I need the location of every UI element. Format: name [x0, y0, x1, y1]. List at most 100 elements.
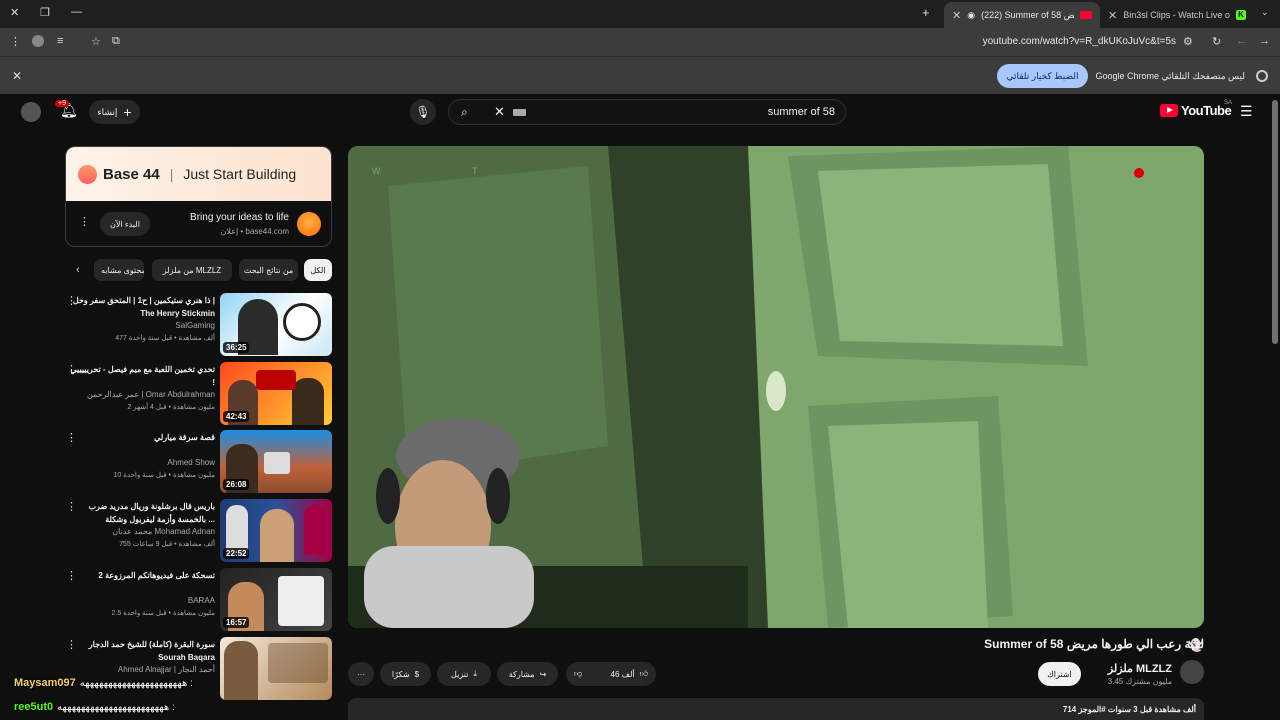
back-icon[interactable]: → [1259, 35, 1270, 47]
base44-logo-icon [78, 164, 97, 184]
close-tab-icon[interactable]: ✕ [1108, 9, 1117, 22]
chip-related[interactable]: محتوى مشابه [94, 259, 144, 281]
video-meta: 755 ألف مشاهدة • قبل 9 ساعات [119, 541, 215, 548]
tab-kick[interactable]: ✕ Bin3sl Clips - Watch Live on Kick K [1100, 2, 1254, 28]
browser-tab-strip: ✕ ❐ — + ✕ ◉ (222) Summer of 58 مريض ✕ Bi… [0, 0, 1280, 28]
close-tab-icon[interactable]: ✕ [952, 9, 961, 22]
ad-brand: Base 44 [103, 165, 160, 183]
audio-icon[interactable]: ◉ [967, 10, 975, 21]
chat-text: هههههههههههههههههههههههه : [57, 701, 175, 713]
video-duration: 22:52 [223, 548, 250, 559]
bookmark-star-icon[interactable]: ☆ [91, 35, 101, 48]
ad-divider: | [169, 166, 174, 182]
search-box[interactable]: ⌕ ✕ summer of 58 [448, 99, 846, 125]
page-scrollbar[interactable] [1271, 94, 1280, 720]
suggested-video[interactable]: 42:43 ⋮ تحدي تخمين اللعبة مع ميم فيصل - … [60, 362, 335, 426]
tab-youtube[interactable]: ✕ ◉ (222) Summer of 58 مريض [944, 2, 1100, 28]
account-avatar[interactable] [21, 102, 41, 122]
video-thumbnail[interactable]: 26:08 [220, 430, 332, 493]
new-tab-icon[interactable]: + [922, 5, 930, 20]
restore-window-icon[interactable]: ❐ [40, 6, 50, 19]
chip-all[interactable]: الكل [304, 259, 332, 281]
create-button[interactable]: إنشاء + [89, 100, 140, 124]
search-input[interactable]: summer of 58 [768, 106, 835, 118]
chip-from-channel[interactable]: من ملزلز MLZLZ [152, 259, 232, 281]
video-channel[interactable]: BARAA [188, 596, 215, 605]
keyboard-icon[interactable] [513, 109, 526, 116]
recording-indicator [1134, 168, 1144, 178]
video-meta: 10 مليون مشاهدة • قبل سنة واحدة [113, 472, 216, 479]
video-channel[interactable]: عمر عبدالرحمن | Omar Abdulrahman [87, 390, 215, 399]
reload-icon[interactable]: ↻ [1212, 35, 1221, 48]
ad-more-icon[interactable]: ⋮ [79, 215, 90, 228]
video-duration: 42:43 [223, 411, 250, 422]
profile-avatar-icon[interactable] [32, 35, 44, 47]
video-thumbnail[interactable]: 22:52 [220, 499, 332, 562]
subscribe-button[interactable]: اشتراك [1038, 662, 1081, 686]
tab-title: (222) Summer of 58 مريض [981, 9, 1074, 20]
ad-card[interactable]: Base 44 | Just Start Building ⋮ البدء ال… [65, 146, 332, 247]
ad-tagline: Just Start Building [183, 166, 297, 182]
infobar-message: Google Chrome ليس متصفحك التلقائي [1095, 71, 1245, 81]
ad-banner[interactable]: Base 44 | Just Start Building [66, 147, 331, 201]
video-meta: 2.5 مليون مشاهدة • قبل سنة واحدة [111, 610, 215, 617]
video-title[interactable]: سورة البقرة (كاملة) للشيخ حمد الدجار Sou… [70, 638, 215, 664]
chips-scroll-left-icon[interactable]: ‹ [76, 264, 80, 276]
install-app-icon[interactable]: ⧉ [112, 35, 120, 48]
channel-name[interactable]: ملزلز MLZLZ [1108, 662, 1172, 675]
video-channel[interactable]: Ahmed Show [167, 458, 215, 467]
close-window-icon[interactable]: ✕ [10, 6, 19, 19]
kick-favicon-icon: K [1236, 10, 1246, 20]
ad-cta-button[interactable]: البدء الآن [100, 212, 150, 236]
minimize-window-icon[interactable]: — [71, 6, 82, 18]
ad-title[interactable]: Bring your ideas to life [190, 212, 289, 223]
suggested-video[interactable]: 26:08 ⋮ قصة سرقة ميارلي Ahmed Show 10 مل… [60, 430, 335, 494]
suggested-video[interactable]: 36:25 ⋮ ذا هنري ستيكمين | ح1 | المتحق سف… [60, 293, 335, 357]
youtube-logo[interactable]: YouTube SA [1160, 100, 1233, 118]
video-title[interactable]: تحدي تخمين اللعبة مع ميم فيصل - تحرييييي… [70, 363, 215, 389]
video-title[interactable]: قصة سرقة ميارلي [70, 431, 215, 444]
reading-list-icon[interactable]: ≡ [57, 35, 63, 47]
chip-from-search[interactable]: من نتائج البحث [239, 259, 298, 281]
video-thumbnail[interactable]: 16:57 [220, 568, 332, 631]
video-title[interactable]: باريس قال برشلونة وريال مدريد ضرب بالخمس… [70, 500, 216, 526]
video-title[interactable]: ذا هنري ستيكمين | ح1 | المتحق سفر وحل | … [70, 294, 215, 320]
stream-chat-overlay: Maysam097 ههههههههههههههههههههههه : ree5… [0, 673, 690, 720]
search-icon[interactable]: ⌕ [461, 105, 468, 120]
chrome-logo-icon [1256, 70, 1268, 82]
suggested-video[interactable]: 22:52 ⋮ باريس قال برشلونة وريال مدريد ضر… [60, 499, 335, 563]
video-duration: 36:25 [223, 342, 250, 353]
advertiser-avatar[interactable] [297, 212, 321, 236]
youtube-play-icon [1160, 104, 1178, 117]
scrollbar-thumb[interactable] [1272, 100, 1278, 344]
tab-search-icon[interactable]: ⌄ [1261, 7, 1269, 18]
tab-title: Bin3sl Clips - Watch Live on Kick [1123, 10, 1230, 20]
set-default-button[interactable]: الضبط كخيار تلقائي [997, 64, 1088, 88]
ad-sponsor: إعلان • base44.com [220, 227, 289, 236]
default-browser-infobar: ✕ الضبط كخيار تلقائي Google Chrome ليس م… [0, 56, 1280, 94]
forward-icon[interactable]: ← [1236, 35, 1247, 47]
voice-search-button[interactable]: 🎙︎ [410, 99, 436, 125]
guide-menu-icon[interactable]: ☰ [1240, 103, 1253, 120]
video-channel[interactable]: SalGaming [175, 321, 215, 330]
video-channel[interactable]: محمد عدنان Mohamad Adnan [112, 527, 215, 536]
hud-key-w: W [372, 166, 381, 176]
clear-search-icon[interactable]: ✕ [494, 104, 505, 120]
country-code: SA [1224, 100, 1233, 106]
close-infobar-icon[interactable]: ✕ [12, 69, 22, 83]
site-settings-icon[interactable]: ⚙ [1183, 35, 1193, 48]
create-label: إنشاء [97, 106, 118, 117]
address-bar[interactable]: youtube.com/watch?v=R_dkUKoJuVc&t=5s [983, 36, 1176, 47]
video-title[interactable]: تسحكة على فيديوهاتكم المرزوعة 2 [70, 569, 215, 582]
video-player[interactable]: W T [348, 146, 1204, 628]
video-thumbnail[interactable]: 42:43 [220, 362, 332, 425]
suggested-video[interactable]: 16:57 ⋮ تسحكة على فيديوهاتكم المرزوعة 2 … [60, 568, 335, 632]
channel-avatar[interactable] [1180, 660, 1204, 684]
video-thumbnail[interactable]: 36:25 [220, 293, 332, 356]
youtube-favicon-icon [1080, 11, 1092, 19]
chrome-menu-icon[interactable]: ⋮ [10, 35, 21, 48]
chat-text: ههههههههههههههههههههههه : [79, 677, 193, 689]
chat-username: ree5ut0 [14, 701, 54, 713]
address-toolbar: ⋮ ≡ ☆ ⧉ youtube.com/watch?v=R_dkUKoJuVc&… [0, 28, 1280, 56]
video-frame[interactable] [348, 146, 1204, 628]
